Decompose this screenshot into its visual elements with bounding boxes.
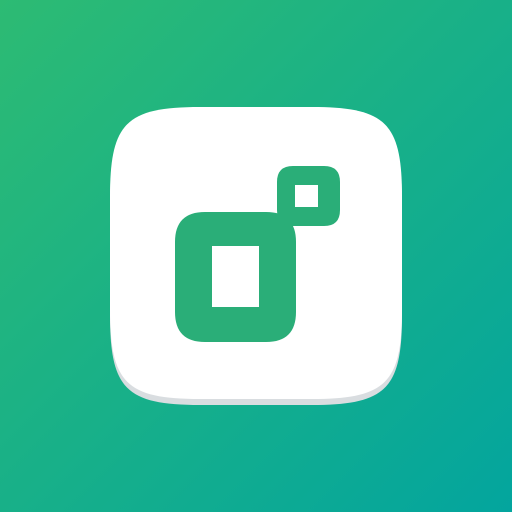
app-icon-canvas bbox=[0, 0, 512, 512]
app-icon bbox=[0, 0, 512, 512]
tile-face bbox=[110, 107, 402, 399]
white-tile bbox=[110, 107, 402, 405]
